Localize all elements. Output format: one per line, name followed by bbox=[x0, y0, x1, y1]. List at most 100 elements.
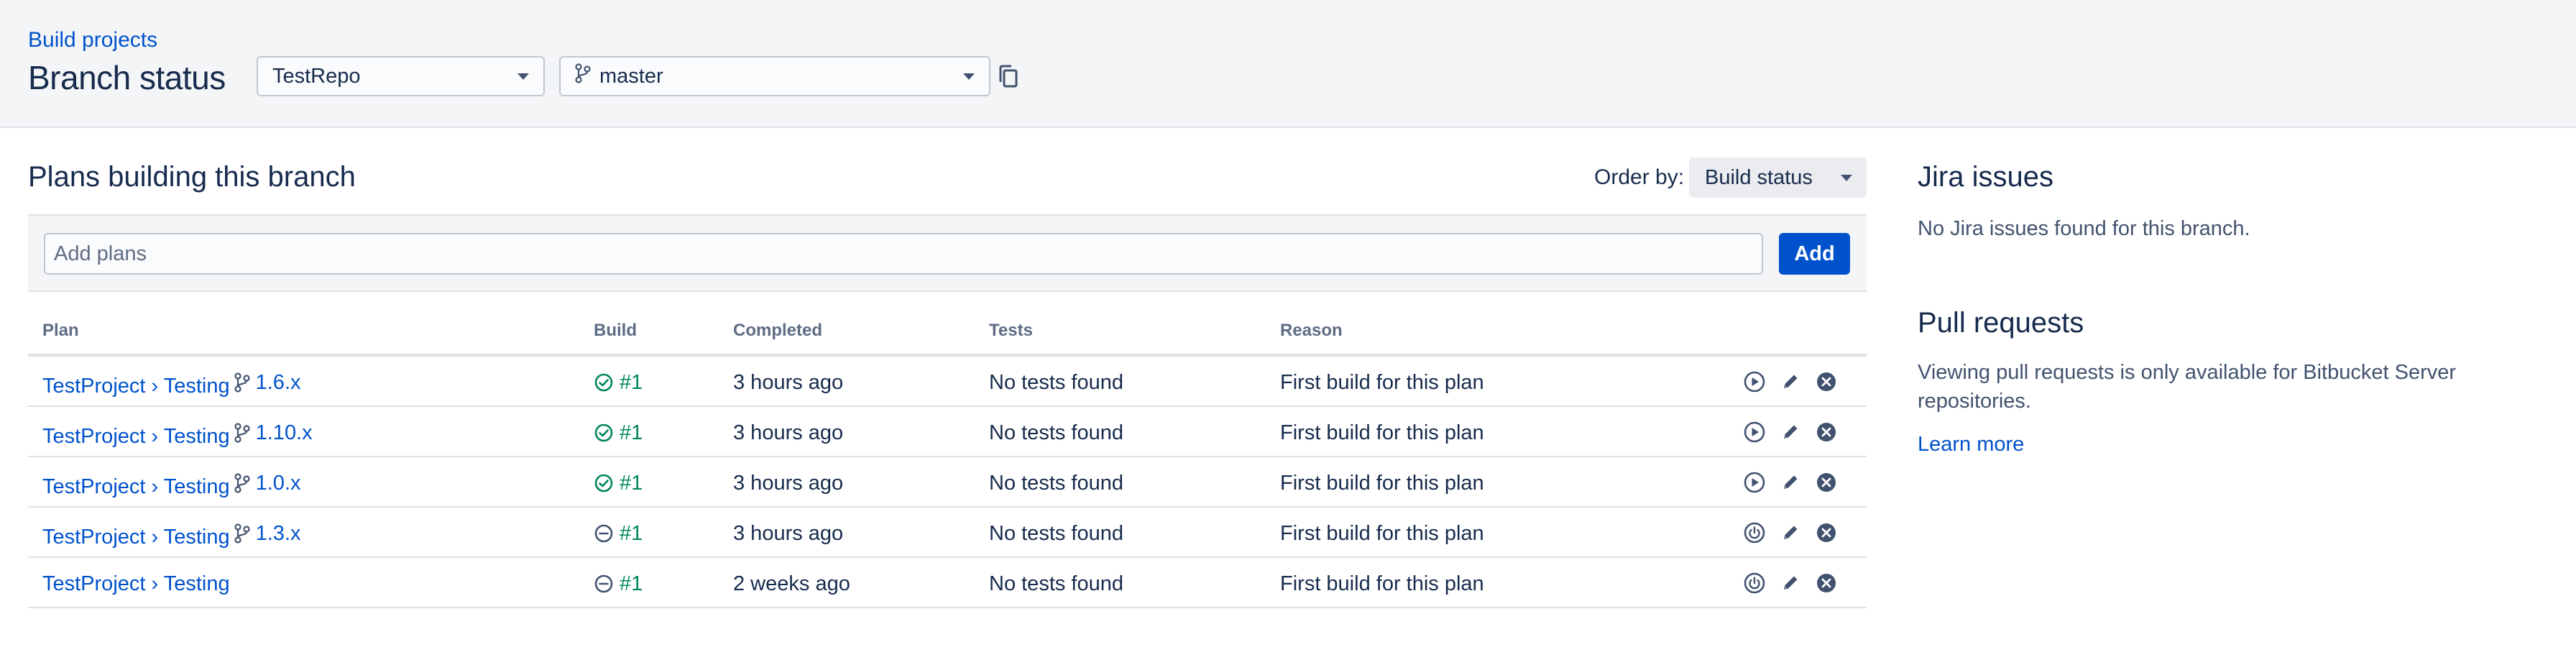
repository-select-value: TestRepo bbox=[272, 64, 361, 88]
plan-cell: TestProject › Testing 1.3.x bbox=[42, 521, 301, 549]
branch-name: 1.0.x bbox=[255, 472, 301, 495]
plans-section-title: Plans building this branch bbox=[28, 161, 356, 193]
column-header-plan: Plan bbox=[42, 321, 79, 340]
check-circle-icon bbox=[594, 423, 620, 443]
branch-name: 1.3.x bbox=[255, 522, 301, 545]
build-number-link[interactable]: #1 bbox=[620, 471, 643, 495]
plan-cell: TestProject › Testing 1.6.x bbox=[42, 370, 301, 398]
plan-name: Testing bbox=[163, 572, 230, 595]
branch-link[interactable]: 1.0.x bbox=[234, 471, 301, 495]
branch-select[interactable]: master bbox=[559, 56, 990, 96]
jira-issues-text: No Jira issues found for this branch. bbox=[1918, 217, 2250, 240]
table-row: TestProject › Testing #1 2 weeks ago No … bbox=[28, 558, 1867, 608]
column-header-reason: Reason bbox=[1280, 321, 1343, 340]
pencil-icon[interactable] bbox=[1779, 521, 1802, 544]
copy-icon[interactable] bbox=[998, 63, 1019, 89]
power-icon[interactable] bbox=[1743, 572, 1766, 595]
pencil-icon[interactable] bbox=[1779, 421, 1802, 444]
tests-cell: No tests found bbox=[989, 522, 1123, 545]
reason-cell: First build for this plan bbox=[1280, 371, 1484, 394]
project-name: TestProject bbox=[42, 572, 146, 595]
completed-cell: 3 hours ago bbox=[733, 371, 844, 394]
plan-cell: TestProject › Testing bbox=[42, 572, 230, 596]
breadcrumb-build-projects[interactable]: Build projects bbox=[28, 26, 157, 55]
power-icon[interactable] bbox=[1743, 521, 1766, 544]
add-plans-panel: Add bbox=[28, 214, 1867, 292]
play-circle-icon[interactable] bbox=[1743, 471, 1766, 494]
pencil-icon[interactable] bbox=[1779, 572, 1802, 595]
close-circle-icon[interactable] bbox=[1815, 421, 1838, 444]
branch-link[interactable]: 1.6.x bbox=[234, 370, 301, 395]
page-header: Build projects Branch status TestRepo ma… bbox=[0, 0, 2576, 128]
add-button[interactable]: Add bbox=[1779, 233, 1850, 275]
plan-link[interactable]: TestProject › Testing bbox=[42, 526, 230, 549]
build-number-link[interactable]: #1 bbox=[620, 521, 643, 546]
check-circle-icon bbox=[594, 372, 620, 393]
learn-more-link[interactable]: Learn more bbox=[1918, 431, 2024, 457]
project-name: TestProject bbox=[42, 425, 146, 448]
build-cell: #1 bbox=[594, 471, 643, 495]
completed-cell: 2 weeks ago bbox=[733, 572, 850, 595]
table-row: TestProject › Testing 1.3.x #1 3 hours ag… bbox=[28, 508, 1867, 558]
branch-icon bbox=[234, 423, 256, 443]
branch-name: 1.6.x bbox=[255, 371, 301, 394]
branch-icon bbox=[234, 473, 256, 493]
close-circle-icon[interactable] bbox=[1815, 572, 1838, 595]
close-circle-icon[interactable] bbox=[1815, 521, 1838, 544]
table-row: TestProject › Testing 1.6.x #1 3 hours ag… bbox=[28, 357, 1867, 407]
plan-cell: TestProject › Testing 1.10.x bbox=[42, 421, 313, 449]
build-number-link[interactable]: #1 bbox=[620, 572, 643, 596]
plan-link[interactable]: TestProject › Testing bbox=[42, 475, 230, 498]
row-actions bbox=[1743, 521, 1838, 544]
build-cell: #1 bbox=[594, 521, 643, 546]
chevron-down-icon bbox=[963, 73, 975, 80]
pencil-icon[interactable] bbox=[1779, 471, 1802, 494]
add-plans-input[interactable] bbox=[44, 233, 1763, 275]
order-by-select[interactable]: Build status bbox=[1689, 157, 1867, 198]
chevron-down-icon bbox=[518, 73, 529, 80]
build-number-link[interactable]: #1 bbox=[620, 421, 643, 445]
completed-cell: 3 hours ago bbox=[733, 421, 844, 444]
close-circle-icon[interactable] bbox=[1815, 370, 1838, 393]
branch-select-value: master bbox=[599, 64, 663, 88]
order-by-value: Build status bbox=[1705, 165, 1813, 189]
column-header-completed: Completed bbox=[733, 321, 823, 340]
row-actions bbox=[1743, 370, 1838, 393]
plans-table: Plan Build Completed Tests Reason TestPr… bbox=[28, 306, 1867, 608]
plan-link[interactable]: TestProject › Testing bbox=[42, 375, 230, 398]
repository-select[interactable]: TestRepo bbox=[257, 56, 545, 96]
plan-link[interactable]: TestProject › Testing bbox=[42, 425, 230, 448]
pull-requests-title: Pull requests bbox=[1918, 307, 2084, 339]
column-header-build: Build bbox=[594, 321, 637, 340]
close-circle-icon[interactable] bbox=[1815, 471, 1838, 494]
play-circle-icon[interactable] bbox=[1743, 421, 1766, 444]
branch-link[interactable]: 1.3.x bbox=[234, 521, 301, 546]
branch-link[interactable]: 1.10.x bbox=[234, 421, 313, 445]
plan-name: Testing bbox=[163, 375, 230, 398]
completed-cell: 3 hours ago bbox=[733, 472, 844, 495]
row-actions bbox=[1743, 421, 1838, 444]
table-body: TestProject › Testing 1.6.x #1 3 hours ag… bbox=[28, 357, 1867, 608]
breadcrumb-separator: › bbox=[151, 375, 159, 398]
build-number-link[interactable]: #1 bbox=[620, 370, 643, 395]
jira-issues-title: Jira issues bbox=[1918, 161, 2053, 193]
chevron-down-icon bbox=[1841, 175, 1852, 181]
row-actions bbox=[1743, 471, 1838, 494]
branch-icon bbox=[575, 63, 591, 89]
project-name: TestProject bbox=[42, 526, 146, 549]
plan-name: Testing bbox=[163, 475, 230, 498]
minus-circle-icon bbox=[594, 523, 620, 544]
breadcrumb-separator: › bbox=[151, 526, 159, 549]
check-circle-icon bbox=[594, 473, 620, 493]
breadcrumb-separator: › bbox=[151, 475, 159, 498]
plan-name: Testing bbox=[163, 526, 230, 549]
tests-cell: No tests found bbox=[989, 371, 1123, 394]
branch-name: 1.10.x bbox=[255, 421, 313, 444]
tests-cell: No tests found bbox=[989, 472, 1123, 495]
reason-cell: First build for this plan bbox=[1280, 572, 1484, 595]
project-name: TestProject bbox=[42, 475, 146, 498]
plan-link[interactable]: TestProject › Testing bbox=[42, 572, 230, 595]
pencil-icon[interactable] bbox=[1779, 370, 1802, 393]
play-circle-icon[interactable] bbox=[1743, 370, 1766, 393]
completed-cell: 3 hours ago bbox=[733, 522, 844, 545]
